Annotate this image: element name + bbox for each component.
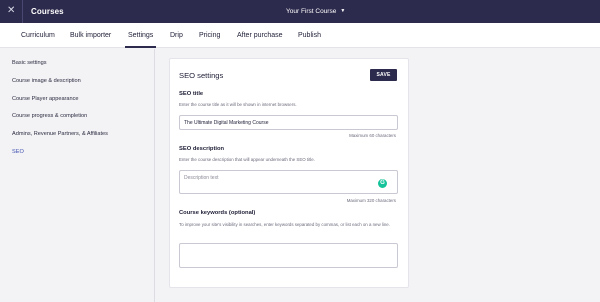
seo-title-help: Enter the course title as it will be sho… <box>179 102 297 107</box>
sidebar-item-admins[interactable]: Admins, Revenue Partners, & Affiliates <box>12 131 108 137</box>
card-title: SEO settings <box>179 71 224 80</box>
keywords-help: To improve your site's visibility in sea… <box>179 222 390 227</box>
tab-curriculum[interactable]: Curriculum <box>21 23 55 48</box>
tab-bulk-importer[interactable]: Bulk importer <box>70 23 111 48</box>
save-button[interactable]: SAVE <box>370 69 397 81</box>
tab-pricing[interactable]: Pricing <box>199 23 220 48</box>
course-selector-label: Your First Course <box>286 8 337 15</box>
seo-title-input[interactable] <box>179 115 398 130</box>
course-selector[interactable]: Your First Course ▼ <box>286 0 345 23</box>
seo-description-label: SEO description <box>179 146 225 152</box>
top-bar: ✕ Courses Your First Course ▼ <box>0 0 600 23</box>
sidebar-item-seo[interactable]: SEO <box>12 149 24 155</box>
seo-description-help: Enter the course description that will a… <box>179 157 315 162</box>
tab-after-purchase[interactable]: After purchase <box>237 23 283 48</box>
tab-publish[interactable]: Publish <box>298 23 321 48</box>
topbar-divider <box>22 0 23 23</box>
sidebar-item-course-progress[interactable]: Course progress & completion <box>12 113 87 119</box>
page-title: Courses <box>31 7 64 16</box>
seo-title-label: SEO title <box>179 91 204 97</box>
seo-title-counter: Maximum 60 characters <box>349 133 396 138</box>
keywords-label: Course keywords (optional) <box>179 210 256 216</box>
grammarly-icon[interactable]: G <box>378 179 387 188</box>
settings-sidebar: Basic settings Course image & descriptio… <box>0 49 155 302</box>
tab-drip[interactable]: Drip <box>170 23 183 48</box>
sidebar-item-course-player[interactable]: Course Player appearance <box>12 96 79 102</box>
seo-description-counter: Maximum 320 characters <box>346 198 396 203</box>
sidebar-item-course-image[interactable]: Course image & description <box>12 78 81 84</box>
seo-settings-card: SEO settings SAVE SEO title Enter the co… <box>169 58 409 288</box>
course-tabs: Curriculum Bulk importer Settings Drip P… <box>0 23 600 48</box>
sidebar-item-basic-settings[interactable]: Basic settings <box>12 60 47 66</box>
chevron-down-icon: ▼ <box>340 8 346 14</box>
close-icon[interactable]: ✕ <box>7 4 17 18</box>
tab-settings[interactable]: Settings <box>124 23 157 48</box>
seo-description-input[interactable] <box>179 170 398 194</box>
keywords-input[interactable] <box>179 243 398 268</box>
